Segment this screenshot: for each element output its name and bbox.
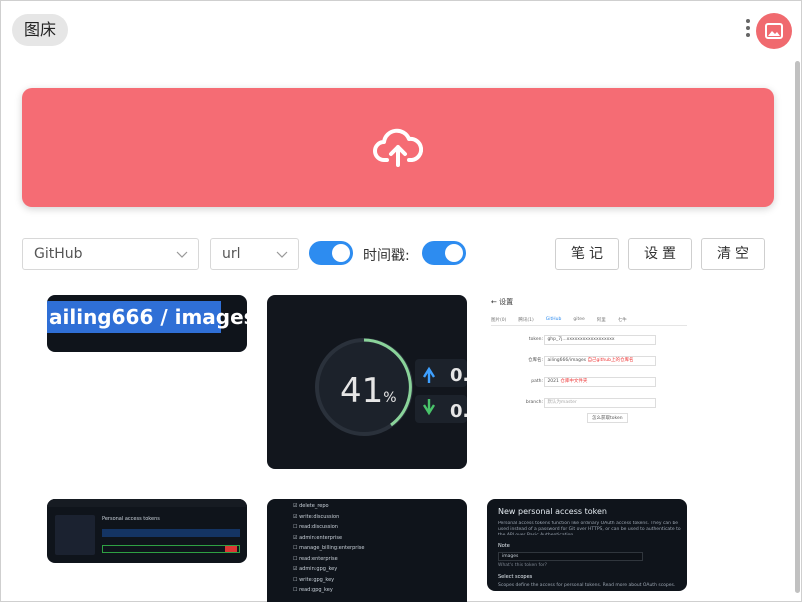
avatar[interactable] [756, 13, 792, 49]
notes-button[interactable]: 笔记 [555, 238, 619, 270]
cloud-upload-icon [373, 128, 423, 167]
thumb-scopes-desc: Scopes define the access for personal to… [498, 583, 676, 588]
stat-value: 0. [450, 401, 467, 422]
thumb-note-label: Note [498, 543, 510, 549]
thumb-scopes-label: Select scopes [498, 574, 533, 580]
thumb-desc: Personal access tokens function like ord… [498, 521, 681, 535]
settings-button[interactable]: 设置 [628, 238, 692, 270]
thumb-button: 怎么获取token [587, 413, 628, 423]
image-icon [765, 23, 783, 39]
image-thumbnail[interactable]: ← 设置 图片(0) 腾讯(1) GitHub gitee 阿里 七牛 token: gh… [487, 295, 687, 435]
scrollbar[interactable] [795, 61, 800, 593]
provider-select-value: GitHub [34, 246, 83, 262]
thumb-note-hint: What's this token for? [498, 563, 548, 568]
chevron-down-icon [176, 251, 188, 258]
scope-list: ☑ delete_repo ☑ write:discussion ☐ read:… [293, 503, 365, 593]
provider-select[interactable]: GitHub [22, 238, 199, 270]
link-format-select-value: url [222, 246, 241, 262]
image-thumbnail[interactable]: ailing666 / images [47, 295, 247, 352]
thumb-title: New personal access token [498, 507, 607, 516]
more-menu-icon[interactable] [745, 19, 751, 41]
thumb-title: Personal access tokens [102, 516, 160, 522]
image-thumbnail[interactable]: New personal access token Personal acces… [487, 499, 687, 591]
stat-value: 0. [450, 365, 467, 386]
thumb-form: token: ghp_7j...xxxxxxxxxxxxxxxxxx 仓库名: … [517, 335, 657, 408]
chevron-down-icon [276, 251, 288, 258]
link-format-select[interactable]: url [210, 238, 299, 270]
app-title: 图床 [12, 14, 69, 46]
thumb-note-value: images [498, 552, 643, 561]
timestamp-label: 时间戳: [363, 248, 410, 264]
thumb-header: ← 设置 [491, 298, 514, 306]
timestamp-toggle[interactable] [422, 241, 466, 265]
gauge-percent: 41% [340, 371, 397, 411]
upload-dropzone[interactable] [22, 88, 774, 207]
thumbnail-text: ailing666 / images [49, 305, 247, 329]
image-thumbnail[interactable]: Personal access tokens [47, 499, 247, 563]
markdown-toggle[interactable] [309, 241, 353, 265]
clear-button[interactable]: 清空 [701, 238, 765, 270]
image-thumbnail[interactable]: 41% 0. 0. [267, 295, 467, 469]
image-thumbnail[interactable]: ☑ delete_repo ☑ write:discussion ☐ read:… [267, 499, 467, 602]
thumb-tabs: 图片(0) 腾讯(1) GitHub gitee 阿里 七牛 [491, 317, 687, 326]
